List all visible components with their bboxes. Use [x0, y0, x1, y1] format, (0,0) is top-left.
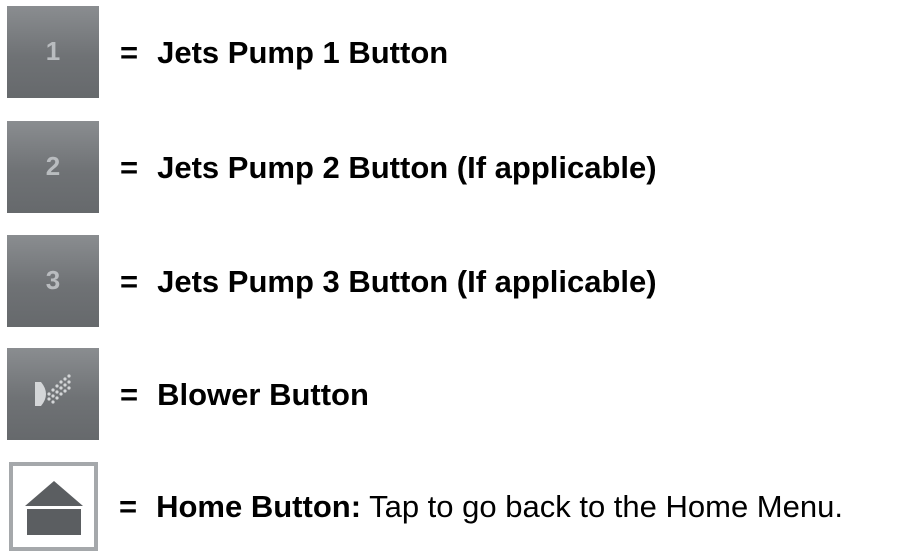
- blower-icon: [35, 374, 71, 406]
- jets-pump-2-label: Jets Pump 2 Button (If applicable): [157, 149, 657, 185]
- legend-description: = Jets Pump 2 Button (If applicable): [120, 152, 657, 183]
- jets-pump-2-button[interactable]: 2: [7, 121, 99, 213]
- legend-row-jets-pump-3: 3 = Jets Pump 3 Button (If applicable): [7, 235, 917, 327]
- jets-pump-3-label: Jets Pump 3 Button (If applicable): [157, 263, 657, 299]
- equals-sign: =: [120, 149, 139, 185]
- jets-pump-1-number: 1: [45, 36, 61, 66]
- equals-sign: =: [120, 376, 139, 412]
- blower-label: Blower Button: [157, 376, 369, 412]
- home-label: Home Button:: [156, 488, 362, 524]
- home-label-extra: Tap to go back to the Home Menu.: [369, 488, 843, 524]
- legend-description: = Home Button: Tap to go back to the Home…: [119, 491, 843, 522]
- home-button[interactable]: [9, 461, 98, 551]
- blower-button[interactable]: [7, 348, 99, 440]
- legend-row-jets-pump-1: 1 = Jets Pump 1 Button: [7, 6, 917, 98]
- jets-pump-3-button[interactable]: 3: [7, 235, 99, 327]
- equals-sign: =: [119, 488, 138, 524]
- legend-row-jets-pump-2: 2 = Jets Pump 2 Button (If applicable): [7, 121, 917, 213]
- home-icon: [24, 481, 83, 535]
- jets-pump-1-button[interactable]: 1: [7, 6, 99, 98]
- legend-row-blower: = Blower Button: [7, 348, 917, 440]
- legend-description: = Blower Button: [120, 379, 369, 410]
- legend-description: = Jets Pump 3 Button (If applicable): [120, 266, 657, 297]
- equals-sign: =: [120, 263, 139, 299]
- jets-pump-2-number: 2: [45, 151, 61, 181]
- jets-pump-1-label: Jets Pump 1 Button: [157, 34, 449, 70]
- equals-sign: =: [120, 34, 139, 70]
- legend-row-home: = Home Button: Tap to go back to the Home…: [7, 460, 917, 552]
- legend-description: = Jets Pump 1 Button: [120, 37, 448, 68]
- jets-pump-3-number: 3: [45, 265, 61, 295]
